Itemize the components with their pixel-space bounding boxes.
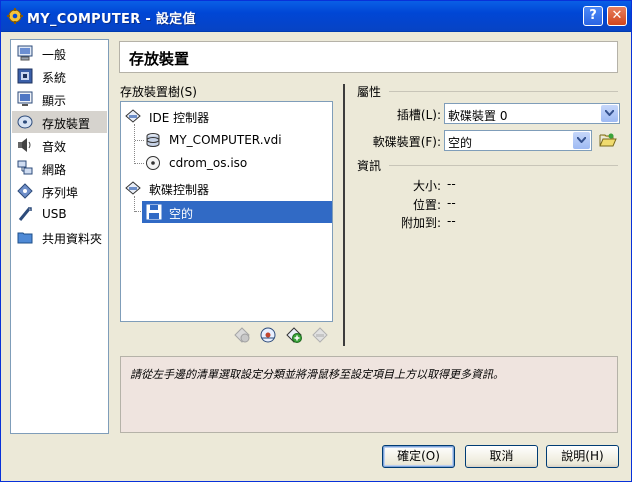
close-button[interactable]: ✕ [607,6,627,26]
sidebar-item-display[interactable]: 顯示 [12,88,107,110]
sidebar-item-general[interactable]: 一般 [12,42,107,64]
group-separator [389,91,618,92]
controller-icon [125,109,141,123]
window-title: MY_COMPUTER - 設定值 [27,12,196,27]
attributes-group-label: 屬性 [357,85,382,99]
tree-connector [135,211,141,212]
remove-attachment-icon[interactable] [311,326,329,344]
tree-node-label: 空的 [169,207,194,221]
remove-controller-icon[interactable] [233,326,251,344]
serial-port-icon [17,183,33,199]
device-select[interactable]: 空的 [444,130,592,151]
chevron-down-icon[interactable] [601,105,618,122]
location-value: -- [447,196,456,210]
location-label: 位置: [412,198,441,212]
hard-disk-icon [146,133,160,147]
help-title-button[interactable]: ? [583,6,603,26]
sidebar-item-label: 序列埠 [42,186,79,200]
sidebar-item-shared-folders[interactable]: 共用資料夾 [12,226,107,248]
information-group-label: 資訊 [357,159,382,173]
add-cd-icon[interactable] [259,326,277,344]
help-info-text: 請從左手邊的清單選取設定分類並將滑鼠移至設定項目上方以取得更多資訊。 [130,368,504,381]
sidebar-item-label: 共用資料夾 [42,232,103,246]
tree-node-cd[interactable]: cdrom_os.iso [145,155,325,173]
slot-label: 插槽(L): [396,108,441,122]
tree-node-label: IDE 控制器 [149,111,210,125]
device-select-value: 空的 [448,136,473,150]
slot-select[interactable]: 軟碟裝置 0 [444,103,620,124]
sidebar-item-label: 音效 [42,140,67,154]
sidebar-item-label: 顯示 [42,94,67,108]
storage-tree[interactable]: IDE 控制器 MY_COMPUTER.vdi cdrom_os.iso 軟碟控… [120,101,333,322]
floppy-icon [146,204,162,220]
tree-node-label: cdrom_os.iso [169,156,248,170]
display-icon [17,91,33,106]
page-title: 存放裝置 [129,50,190,68]
tree-node-hard-disk[interactable]: MY_COMPUTER.vdi [145,132,325,150]
sidebar-item-network[interactable]: 網路 [12,157,107,179]
cd-icon [146,156,160,170]
monitor-icon [17,45,33,61]
tree-node-floppy-empty[interactable]: 空的 [142,201,332,223]
add-attachment-icon[interactable] [285,326,303,344]
open-folder-icon[interactable] [599,132,617,148]
sidebar-item-audio[interactable]: 音效 [12,134,107,156]
slot-select-value: 軟碟裝置 0 [448,109,508,123]
disk-icon [17,115,33,129]
tree-node-floppy-controller[interactable]: 軟碟控制器 [125,180,325,198]
help-info-box: 請從左手邊的清單選取設定分類並將滑鼠移至設定項目上方以取得更多資訊。 [120,356,618,433]
tree-node-label: MY_COMPUTER.vdi [169,133,282,147]
settings-window: MY_COMPUTER - 設定值 ? ✕ 一般 系統 顯示 存放裝置 音效 網… [0,0,632,482]
tree-connector [135,163,144,164]
cancel-button[interactable]: 取消 [465,445,538,468]
settings-category-list: 一般 系統 顯示 存放裝置 音效 網路 序列埠 USB 共用資料夾 [10,39,109,434]
help-button[interactable]: 說明(H) [546,445,619,468]
sidebar-item-label: 一般 [42,48,67,62]
sidebar-item-label: 存放裝置 [42,117,91,131]
tree-connector [135,140,144,141]
sidebar-item-serial-ports[interactable]: 序列埠 [12,180,107,202]
size-label: 大小: [412,179,441,193]
sidebar-item-system[interactable]: 系統 [12,65,107,87]
tree-connector [134,124,135,164]
sidebar-item-label: 網路 [42,163,67,177]
attached-to-value: -- [447,214,456,228]
sidebar-item-storage[interactable]: 存放裝置 [12,111,107,133]
sidebar-item-usb[interactable]: USB [12,203,107,225]
controller-icon [125,181,141,195]
usb-icon [18,207,32,221]
storage-tree-label: 存放裝置樹(S) [120,85,197,99]
size-value: -- [447,177,456,191]
system-board-icon [17,68,33,84]
tree-node-ide-controller[interactable]: IDE 控制器 [125,108,325,126]
group-separator [389,165,618,166]
panel-divider[interactable] [343,84,345,346]
sidebar-item-label: USB [42,207,67,221]
network-icon [17,160,33,175]
sidebar-item-label: 系統 [42,71,67,85]
ok-button[interactable]: 確定(O) [382,445,455,468]
page-title-box: 存放裝置 [119,41,618,73]
chevron-down-icon[interactable] [573,132,590,149]
folder-icon [17,232,33,244]
tree-connector [134,196,135,212]
title-bar[interactable]: MY_COMPUTER - 設定值 ? ✕ [1,1,631,32]
attached-to-label: 附加到: [400,216,441,230]
device-label: 軟碟裝置(F): [372,135,441,149]
speaker-icon [18,138,31,152]
gear-icon [7,8,23,24]
tree-node-label: 軟碟控制器 [149,183,210,197]
